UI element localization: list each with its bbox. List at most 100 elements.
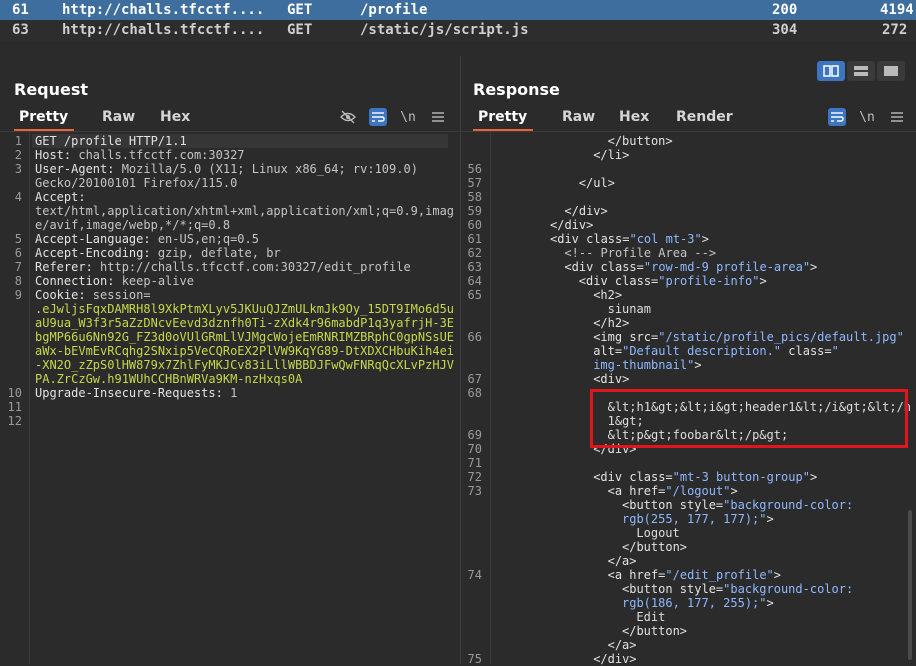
response-tab-render[interactable]: Render <box>676 105 733 131</box>
line-number: 67 <box>467 372 482 386</box>
line-number: 5 <box>14 232 22 246</box>
code-token: Gecko/20100101 Firefox/115.0 <box>35 176 238 190</box>
response-scrollbar[interactable] <box>908 510 912 660</box>
line-number: 58 <box>467 190 482 204</box>
code-line: User-Agent: Mozilla/5.0 (X11; Linux x86_… <box>35 162 418 176</box>
response-tab-raw[interactable]: Raw <box>562 105 595 131</box>
code-line: rgb(255, 177, 177);"> <box>622 512 774 526</box>
line-number: 7 <box>14 260 22 274</box>
code-line: e/avif,image/webp,*/*;q=0.8 <box>35 218 230 232</box>
code-token: > <box>694 358 702 372</box>
request-tab-hex[interactable]: Hex <box>160 105 190 131</box>
code-token: Cookie: <box>35 288 93 302</box>
hamburger-icon[interactable] <box>888 108 906 126</box>
code-token: <div <box>550 232 587 246</box>
line-number: 74 <box>467 568 482 582</box>
line-number: 64 <box>467 274 482 288</box>
code-token: Accept: <box>35 190 93 204</box>
history-method: GET <box>287 22 313 38</box>
code-token: </li> <box>593 148 630 162</box>
code-token: class= <box>781 344 832 358</box>
code-token: GET /profile HTTP/1.1 <box>35 134 187 148</box>
wrap-icon[interactable] <box>369 108 387 126</box>
code-token: </div> <box>564 204 608 218</box>
code-token: style= <box>679 498 724 512</box>
line-number: 9 <box>14 288 22 302</box>
response-tab-hex[interactable]: Hex <box>619 105 649 131</box>
code-line: Logout <box>636 526 679 540</box>
response-tabs: Pretty Raw Hex Render <box>472 105 778 131</box>
single-pane-icon[interactable] <box>877 61 905 81</box>
code-token: </button> <box>622 540 688 554</box>
code-token: > <box>766 512 774 526</box>
code-line: aWx-bEVmEvRCqhg2SNxip5VeCQRoEX2PlVW9KqYG… <box>35 344 454 358</box>
wrap-icon[interactable] <box>828 108 846 126</box>
line-number: 4 <box>14 190 22 204</box>
code-token: <div <box>593 470 630 484</box>
code-token: "row-md-9 profile-area" <box>643 260 811 274</box>
code-line: </ul> <box>579 176 615 190</box>
code-token: en-US,en;q=0.5 <box>157 232 259 246</box>
line-number: 2 <box>14 148 22 162</box>
response-pane-title: Response <box>473 80 560 99</box>
history-path: /static/js/script.js <box>360 22 529 38</box>
code-line: </div> <box>564 204 607 218</box>
code-line: <div> <box>593 372 629 386</box>
history-row-63[interactable]: 63 http://challs.tfcctf.... GET /static/… <box>0 20 916 41</box>
code-token: Host: <box>35 148 79 162</box>
line-number: 61 <box>467 232 482 246</box>
code-line: Accept: <box>35 190 93 204</box>
line-number: 73 <box>467 484 482 498</box>
history-row-61[interactable]: 61 http://challs.tfcctf.... GET /profile… <box>0 0 916 20</box>
hamburger-icon[interactable] <box>429 108 447 126</box>
code-token: bgMP66u6Nn92G_FZ3d0oVUlGRmLlVJMgcWojeEmR… <box>35 330 455 344</box>
code-token: > <box>809 470 818 484</box>
code-line: siunam <box>608 302 651 316</box>
code-token: rgb(255, 177, 177);" <box>622 512 767 526</box>
code-line: alt="Default description." class=" <box>593 344 839 358</box>
line-number: 59 <box>467 204 482 218</box>
code-token: "/logout" <box>665 484 731 498</box>
code-token: > <box>730 484 738 498</box>
newline-toggle[interactable]: \n <box>858 108 876 126</box>
code-token: <!-- Profile Area --> <box>564 246 717 260</box>
newline-toggle[interactable]: \n <box>399 108 417 126</box>
code-token: aWx-bEVmEvRCqhg2SNxip5VeCQRoEX2PlVW9KqYG… <box>35 344 455 358</box>
code-token: User-Agent: <box>35 162 122 176</box>
code-line: Upgrade-Insecure-Requests: 1 <box>35 386 237 400</box>
code-token: gzip, deflate, br <box>157 246 281 260</box>
line-number: 6 <box>14 246 22 260</box>
history-status: 304 <box>772 22 798 38</box>
code-token: <div> <box>593 372 630 386</box>
code-line: .eJwljsFqxDAMRH8l9XkPtmXLyv5JKUuQJZmULkm… <box>35 302 454 316</box>
line-number: 8 <box>14 274 22 288</box>
code-line: </button> <box>608 134 673 148</box>
code-token: e/avif,image/webp,*/*;q=0.8 <box>35 218 231 232</box>
code-token: "/edit_profile" <box>665 568 774 582</box>
request-tab-pretty[interactable]: Pretty <box>13 105 75 131</box>
split-horizontal-icon[interactable] <box>847 61 875 81</box>
eye-slash-icon[interactable] <box>339 108 357 126</box>
code-token: Logout <box>636 526 680 540</box>
code-line: <a href="/edit_profile"> <box>608 568 781 582</box>
line-number: 65 <box>467 288 482 302</box>
code-token: "profile-info" <box>658 274 760 288</box>
line-number: 62 <box>467 246 482 260</box>
code-token: img-thumbnail" <box>593 358 695 372</box>
code-token: > <box>759 274 767 288</box>
response-tab-pretty[interactable]: Pretty <box>472 105 534 131</box>
code-line: </li> <box>593 148 629 162</box>
code-line: text/html,application/xhtml+xml,applicat… <box>35 204 454 218</box>
code-token: <div <box>564 260 601 274</box>
code-token: class= <box>629 470 673 484</box>
code-token: -XN2O_zZpS0lHW879x7ZhlFyMKJCv83iLllWBBDJ… <box>35 358 455 372</box>
code-token: Edit <box>636 610 666 624</box>
code-token: "mt-3 button-group" <box>672 470 810 484</box>
code-token: rgb(186, 177, 255);" <box>622 596 767 610</box>
line-number: 3 <box>14 162 22 176</box>
split-vertical-icon[interactable] <box>817 61 845 81</box>
code-token: <button <box>622 582 680 596</box>
line-number: 11 <box>7 400 22 414</box>
request-tab-raw[interactable]: Raw <box>102 105 135 131</box>
line-number: 69 <box>467 428 482 442</box>
